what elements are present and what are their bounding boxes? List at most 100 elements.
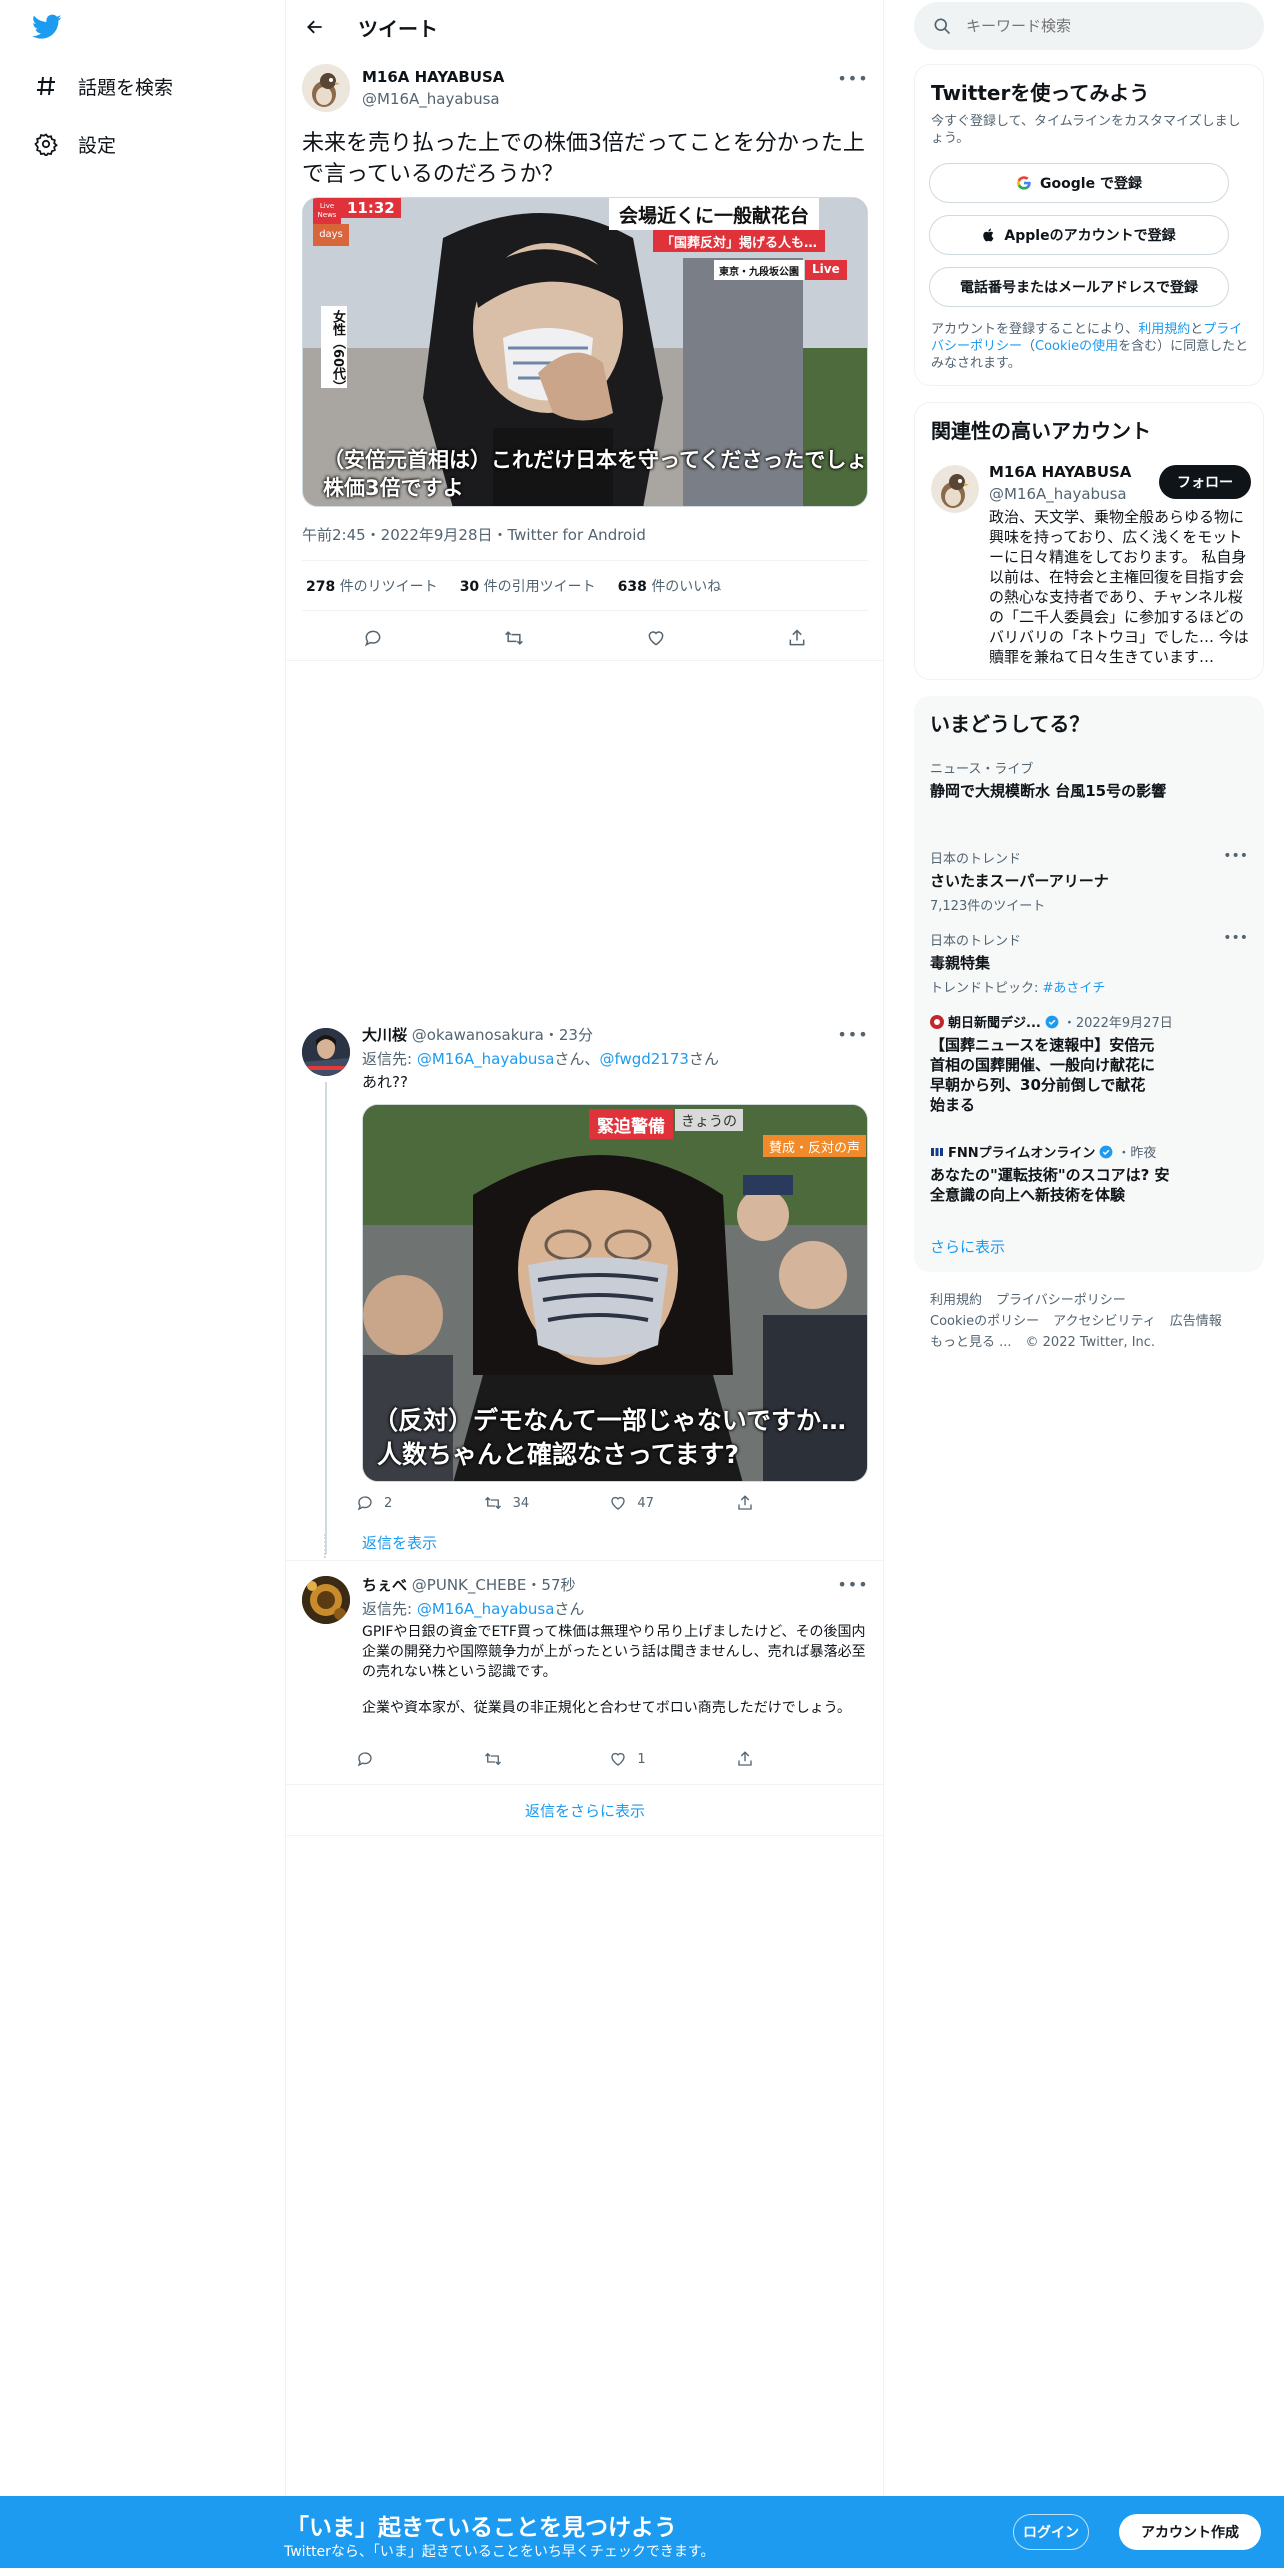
more-options-icon[interactable]: ••• bbox=[837, 68, 868, 88]
trend-item[interactable]: 日本のトレンド 毒親特集 トレンドトピック: #あさイチ ••• bbox=[930, 930, 1248, 996]
reply-author-name[interactable]: ちぇべ bbox=[362, 1576, 407, 1594]
signup-card: Twitterを使ってみよう 今すぐ登録して、タイムラインをカスタマイズしましょ… bbox=[914, 64, 1264, 386]
main-tweet-author-handle[interactable]: @M16A_hayabusa bbox=[362, 90, 500, 108]
reply-time[interactable]: 57秒 bbox=[541, 1576, 575, 1594]
share-button[interactable] bbox=[736, 1750, 796, 1768]
phone-email-signup-button[interactable]: 電話番号またはメールアドレスで登録 bbox=[929, 267, 1229, 307]
divider bbox=[286, 1560, 884, 1561]
footer-cookie-link[interactable]: Cookieのポリシー bbox=[930, 1314, 1039, 1329]
show-more-replies-button[interactable]: 返信をさらに表示 bbox=[286, 1784, 884, 1836]
like-button[interactable]: 47 bbox=[609, 1494, 669, 1512]
news-title: 【国葬ニュースを速報中】安倍元首相の国葬開催、一般向け献花に早朝から列、30分前… bbox=[930, 1036, 1156, 1114]
phone-email-signup-label: 電話番号またはメールアドレスで登録 bbox=[960, 280, 1198, 296]
image-caption-line-2: 人数ちゃんと確認なさってます? bbox=[377, 1440, 740, 1469]
retweet-icon bbox=[484, 1752, 501, 1766]
footer-accessibility-link[interactable]: アクセシビリティ bbox=[1053, 1314, 1156, 1329]
mention-link[interactable]: @M16A_hayabusa bbox=[417, 1050, 555, 1068]
reply-text-paragraph-1: GPIFや日銀の資金でETF買って株価は無理やり吊り上げましたけど、その後国内企… bbox=[362, 1624, 866, 1680]
retweet-button[interactable] bbox=[483, 1750, 543, 1768]
reply-button[interactable]: 2 bbox=[356, 1494, 416, 1512]
login-button[interactable]: ログイン bbox=[1013, 2514, 1089, 2550]
more-options-icon[interactable]: ••• bbox=[1223, 848, 1248, 864]
back-button[interactable] bbox=[298, 10, 332, 44]
search-input[interactable] bbox=[966, 17, 1246, 35]
reply-icon bbox=[357, 1496, 372, 1511]
reply-to-line: 返信先: @M16A_hayabusaさん、@fwgd2173さん bbox=[362, 1048, 719, 1069]
terms-link[interactable]: 利用規約 bbox=[1138, 322, 1190, 337]
cookie-link[interactable]: Cookieの使用 bbox=[1035, 339, 1118, 354]
like-button[interactable]: 1 bbox=[609, 1750, 669, 1768]
main-tweet-avatar[interactable] bbox=[302, 64, 350, 112]
nav-explore-label: 話題を検索 bbox=[78, 76, 174, 99]
retweet-icon bbox=[505, 631, 524, 645]
show-replies-link[interactable]: 返信を表示 bbox=[362, 1532, 437, 1553]
search-box[interactable] bbox=[914, 2, 1264, 50]
tweet-timestamp[interactable]: 午前2:45・2022年9月28日・Twitter for Android bbox=[302, 524, 646, 545]
reply-avatar[interactable] bbox=[302, 1028, 350, 1076]
mention-link[interactable]: @M16A_hayabusa bbox=[417, 1600, 555, 1618]
heart-icon bbox=[648, 631, 664, 646]
news-item[interactable]: FNNプライムオンライン ・昨夜 あなたの"運転技術"のスコアは? 安全意識の向… bbox=[930, 1142, 1248, 1205]
retweet-stat[interactable]: 278 件のリツイート bbox=[306, 576, 438, 596]
reply-button[interactable] bbox=[355, 620, 391, 656]
like-count: 1 bbox=[637, 1751, 646, 1767]
reply-to-mid: さん、 bbox=[554, 1050, 600, 1068]
footer-privacy-link[interactable]: プライバシーポリシー bbox=[996, 1293, 1126, 1308]
main-tweet-author-name[interactable]: M16A HAYABUSA bbox=[362, 68, 504, 86]
reply-image[interactable]: 緊迫警備 きょうの 賛成・反対の声 （反対）デモなんて一部じゃないですか… 人数… bbox=[362, 1104, 868, 1482]
related-account-name[interactable]: M16A HAYABUSA bbox=[989, 463, 1131, 481]
reply-tweet[interactable]: 大川桜 @okawanosakura・23分 ••• 返信先: @M16A_ha… bbox=[286, 1024, 884, 1564]
gear-icon bbox=[30, 128, 62, 160]
related-account-handle[interactable]: @M16A_hayabusa bbox=[989, 485, 1127, 503]
reply-avatar[interactable] bbox=[302, 1576, 350, 1624]
news-tag: きょうの bbox=[675, 1109, 743, 1131]
retweet-button[interactable]: 34 bbox=[483, 1494, 543, 1512]
reply-button[interactable] bbox=[356, 1750, 416, 1768]
reply-text-paragraph-2: 企業や資本家が、従業員の非正規化と合わせてボロい商売しただけでしょう。 bbox=[362, 1700, 851, 1716]
footer-ads-link[interactable]: 広告情報 bbox=[1170, 1314, 1222, 1329]
reply-count: 2 bbox=[384, 1495, 393, 1511]
reply-to-line: 返信先: @M16A_hayabusaさん bbox=[362, 1598, 584, 1619]
news-source: FNNプライムオンライン bbox=[948, 1146, 1096, 1161]
follow-button[interactable]: フォロー bbox=[1159, 465, 1251, 499]
nav-settings[interactable]: 設定 bbox=[30, 120, 116, 168]
reply-author-handle[interactable]: @PUNK_CHEBE bbox=[412, 1576, 527, 1594]
trend-item[interactable]: 日本のトレンド さいたまスーパーアリーナ 7,123件のツイート ••• bbox=[930, 848, 1248, 914]
create-account-button[interactable]: アカウント作成 bbox=[1119, 2514, 1261, 2550]
trend-tweet-count: 7,123件のツイート bbox=[930, 899, 1046, 914]
related-accounts-title: 関連性の高いアカウント bbox=[931, 419, 1151, 443]
related-account-avatar[interactable] bbox=[931, 465, 979, 513]
like-button[interactable] bbox=[638, 620, 674, 656]
twitter-logo-icon[interactable] bbox=[32, 14, 64, 42]
tweet-stats: 278 件のリツイート 30 件の引用ツイート 638 件のいいね bbox=[306, 576, 721, 596]
reply-to-suffix: さん bbox=[554, 1600, 585, 1618]
nav-explore[interactable]: 話題を検索 bbox=[30, 62, 173, 110]
image-caption-line-1: （安倍元首相は）これだけ日本を守ってくださったでしょ bbox=[323, 448, 868, 472]
quote-stat[interactable]: 30 件の引用ツイート bbox=[460, 576, 596, 596]
reply-author-handle[interactable]: @okawanosakura bbox=[412, 1026, 544, 1044]
share-button[interactable] bbox=[779, 620, 815, 656]
share-button[interactable] bbox=[736, 1494, 796, 1512]
quote-stat-label: 件の引用ツイート bbox=[483, 579, 596, 595]
like-stat[interactable]: 638 件のいいね bbox=[618, 576, 722, 596]
mention-link[interactable]: @fwgd2173 bbox=[599, 1050, 689, 1068]
footer-terms-link[interactable]: 利用規約 bbox=[930, 1293, 982, 1308]
reply-author-name[interactable]: 大川桜 bbox=[362, 1026, 407, 1044]
news-item[interactable]: 朝日新聞デジ... ・2022年9月27日 【国葬ニュースを速報中】安倍元首相の… bbox=[930, 1012, 1248, 1115]
more-options-icon[interactable]: ••• bbox=[837, 1024, 868, 1044]
hashtag-link[interactable]: #あさイチ bbox=[1043, 981, 1106, 996]
retweet-button[interactable] bbox=[496, 620, 532, 656]
trend-item[interactable]: ニュース・ライブ 静岡で大規模断水 台風15号の影響 bbox=[930, 758, 1248, 801]
show-more-trends-link[interactable]: さらに表示 bbox=[930, 1236, 1005, 1257]
footer-more-link[interactable]: もっと見る ... bbox=[930, 1335, 1012, 1350]
apple-signup-button[interactable]: Appleのアカウントで登録 bbox=[929, 215, 1229, 255]
more-options-icon[interactable]: ••• bbox=[837, 1574, 868, 1594]
reply-tweet[interactable]: ちぇべ @PUNK_CHEBE・57秒 ••• 返信先: @M16A_hayab… bbox=[286, 1574, 884, 1774]
main-tweet-image[interactable]: Live News 11:32 days 会場近くに一般献花台 「国葬反対」掲げ… bbox=[302, 197, 868, 507]
google-signup-button[interactable]: Google で登録 bbox=[929, 163, 1229, 203]
more-options-icon[interactable]: ••• bbox=[1223, 930, 1248, 946]
reply-header: ちぇべ @PUNK_CHEBE・57秒 bbox=[362, 1574, 576, 1595]
reply-time[interactable]: 23分 bbox=[559, 1026, 593, 1044]
share-icon bbox=[789, 629, 805, 646]
banner-title: 「いま」起きていることを見つけよう bbox=[286, 2515, 677, 2541]
